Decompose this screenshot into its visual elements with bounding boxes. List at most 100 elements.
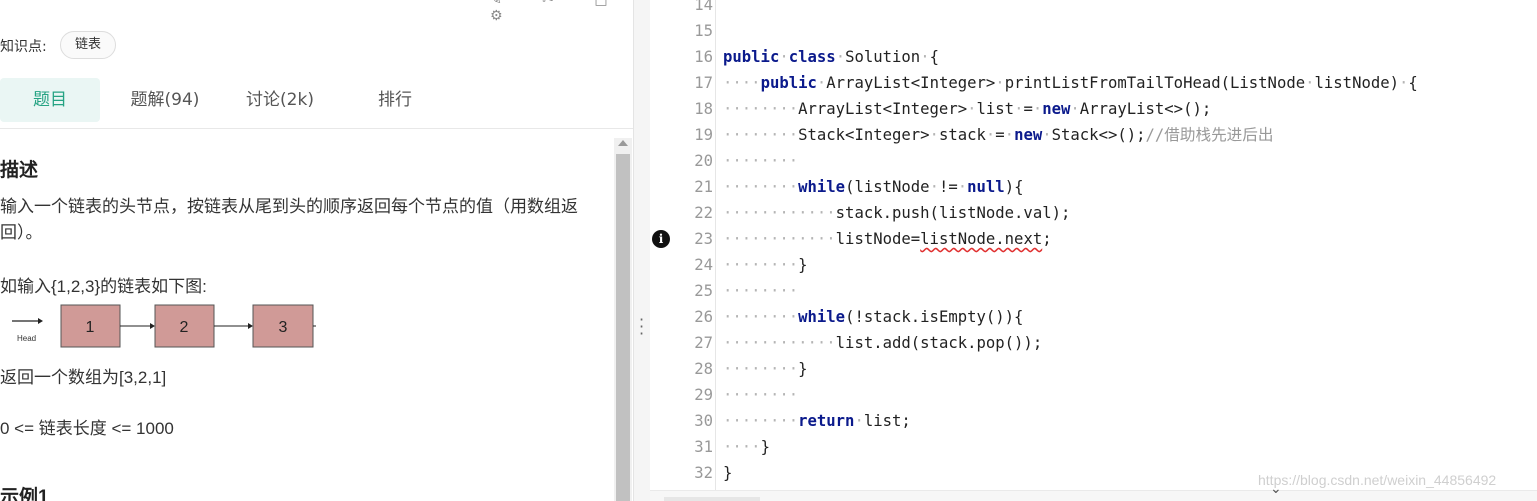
code-line[interactable]: 21 ········while(listNode·!=·null){ bbox=[650, 174, 1530, 200]
editor-horizontal-scrollbar[interactable] bbox=[650, 490, 1537, 501]
line-code[interactable]: ········while(listNode·!=·null){ bbox=[723, 174, 1023, 200]
toolbar-icons[interactable]: ✎ ✂ □ ⚙ bbox=[490, 0, 633, 24]
line-number: 14 bbox=[694, 0, 713, 14]
code-line[interactable]: 17 ····public·ArrayList<Integer>·printLis… bbox=[650, 70, 1530, 96]
code-line[interactable]: 14 bbox=[650, 0, 1530, 18]
info-icon[interactable]: i bbox=[652, 230, 670, 248]
tab-ranking[interactable]: 排行 bbox=[355, 78, 435, 122]
code-token: printListFromTailToHead(ListNode bbox=[1004, 74, 1306, 92]
code-token: ········ bbox=[723, 126, 799, 144]
code-line[interactable]: 31 ····} bbox=[650, 434, 1530, 460]
code-line[interactable]: 28 ········} bbox=[650, 356, 1530, 382]
head-label: Head bbox=[17, 334, 36, 343]
tab-solutions[interactable]: 题解(94) bbox=[120, 78, 210, 122]
code-token: ············ bbox=[723, 230, 836, 248]
line-code[interactable]: ············stack.push(listNode.val); bbox=[723, 200, 1070, 226]
code-token: Solution bbox=[845, 48, 921, 66]
code-token: ···· bbox=[723, 74, 761, 92]
line-code[interactable]: ········} bbox=[723, 356, 808, 382]
code-line[interactable]: 15 bbox=[650, 18, 1530, 44]
code-token: (listNode bbox=[845, 178, 930, 196]
code-token: } bbox=[760, 438, 770, 456]
head-arrowhead bbox=[38, 318, 43, 324]
problem-scrollbar[interactable] bbox=[614, 138, 632, 501]
code-line[interactable]: 20 ········ bbox=[650, 148, 1530, 174]
code-token: stack bbox=[938, 126, 986, 144]
code-token: · bbox=[929, 126, 939, 144]
code-token: { bbox=[929, 48, 939, 66]
code-line[interactable]: 30 ········return·list; bbox=[650, 408, 1530, 434]
line-code[interactable]: } bbox=[723, 460, 732, 486]
code-token: ········ bbox=[723, 412, 799, 430]
code-token: · bbox=[920, 48, 930, 66]
line-code[interactable]: ········while(!stack.isEmpty()){ bbox=[723, 304, 1023, 330]
chevron-down-icon[interactable]: ⌄ bbox=[1270, 481, 1282, 497]
node-link-1-head bbox=[150, 323, 155, 329]
tabs-divider bbox=[0, 128, 633, 129]
line-code[interactable]: public·class·Solution·{ bbox=[723, 44, 939, 70]
line-number: 19 bbox=[694, 126, 713, 144]
code-token: · bbox=[957, 178, 968, 196]
code-token: · bbox=[995, 74, 1005, 92]
code-token: ArrayList<Integer> bbox=[826, 74, 996, 92]
code-token: ········ bbox=[723, 100, 799, 118]
drag-handle-icon[interactable]: · · · bbox=[639, 312, 644, 342]
code-line[interactable]: 18 ········ArrayList<Integer>·list·=·new·… bbox=[650, 96, 1530, 122]
code-token: · bbox=[967, 100, 977, 118]
code-token: ···· bbox=[723, 438, 761, 456]
line-number: 27 bbox=[694, 334, 713, 352]
code-token: stack.push(listNode.val); bbox=[835, 204, 1071, 222]
line-code[interactable]: ········ bbox=[723, 148, 798, 174]
code-token: ········ bbox=[723, 152, 799, 170]
line-number: 20 bbox=[694, 152, 713, 170]
line-code[interactable]: ············listNode=listNode.next; bbox=[723, 226, 1052, 252]
code-token: } bbox=[723, 464, 733, 482]
line-number: 15 bbox=[694, 22, 713, 40]
line-code[interactable]: ········return·list; bbox=[723, 408, 911, 434]
line-number: 17 bbox=[694, 74, 713, 92]
problem-tabs: 题目 题解(94) 讨论(2k) 排行 bbox=[0, 78, 633, 122]
code-token: (!stack.isEmpty()){ bbox=[845, 308, 1024, 326]
line-code[interactable]: ········} bbox=[723, 252, 808, 278]
code-token: list; bbox=[863, 412, 911, 430]
code-line[interactable]: 24 ········} bbox=[650, 252, 1530, 278]
scroll-thumb[interactable] bbox=[616, 154, 630, 501]
line-number: 32 bbox=[694, 464, 713, 482]
code-token: listNode.next bbox=[920, 230, 1043, 248]
line-code[interactable]: ········ bbox=[723, 382, 798, 408]
code-line[interactable]: i 23 ············listNode=listNode.next; bbox=[650, 226, 1530, 252]
code-token: · bbox=[985, 126, 996, 144]
line-code[interactable]: ····public·ArrayList<Integer>·printListF… bbox=[723, 70, 1418, 96]
code-token: · bbox=[779, 48, 789, 66]
line-code[interactable]: ············list.add(stack.pop()); bbox=[723, 330, 1042, 356]
code-token: public bbox=[723, 48, 780, 66]
code-line[interactable]: 29 ········ bbox=[650, 382, 1530, 408]
code-token: · bbox=[1004, 126, 1015, 144]
code-token: ········ bbox=[723, 360, 799, 378]
problem-panel: ✎ ✂ □ ⚙ 知识点: 链表 题目 题解(94) 讨论(2k) 排行 描述 输… bbox=[0, 0, 633, 501]
line-number: 30 bbox=[694, 412, 713, 430]
code-editor[interactable]: 14 15 16 public·class·Solution·{17 ····publi… bbox=[650, 0, 1537, 501]
line-code[interactable]: ········ArrayList<Integer>·list·=·new·Ar… bbox=[723, 96, 1211, 122]
code-token: = bbox=[1023, 100, 1033, 118]
knowledge-tag-linked-list[interactable]: 链表 bbox=[60, 31, 117, 59]
tab-discussion[interactable]: 讨论(2k) bbox=[235, 78, 325, 122]
line-code[interactable]: ········Stack<Integer>·stack·=·new·Stack… bbox=[723, 122, 1273, 148]
tab-problem[interactable]: 题目 bbox=[0, 78, 100, 122]
code-line[interactable]: 19 ········Stack<Integer>·stack·=·new·Sta… bbox=[650, 122, 1530, 148]
code-line[interactable]: 22 ············stack.push(listNode.val); bbox=[650, 200, 1530, 226]
scroll-up-arrow-icon[interactable] bbox=[618, 140, 628, 146]
panel-splitter[interactable]: · · · bbox=[633, 0, 650, 501]
code-line[interactable]: 16 public·class·Solution·{ bbox=[650, 44, 1530, 70]
line-code[interactable]: ····} bbox=[723, 434, 770, 460]
line-code[interactable]: ········ bbox=[723, 278, 798, 304]
code-token: = bbox=[995, 126, 1005, 144]
horizontal-scroll-thumb[interactable] bbox=[664, 497, 760, 501]
code-line[interactable]: 27 ············list.add(stack.pop()); bbox=[650, 330, 1530, 356]
line-number: 16 bbox=[694, 48, 713, 66]
example-heading: 示例1 bbox=[0, 487, 49, 501]
code-line[interactable]: 25 ········ bbox=[650, 278, 1530, 304]
line-number: 23 bbox=[694, 230, 713, 248]
line-number: 28 bbox=[694, 360, 713, 378]
code-line[interactable]: 26 ········while(!stack.isEmpty()){ bbox=[650, 304, 1530, 330]
